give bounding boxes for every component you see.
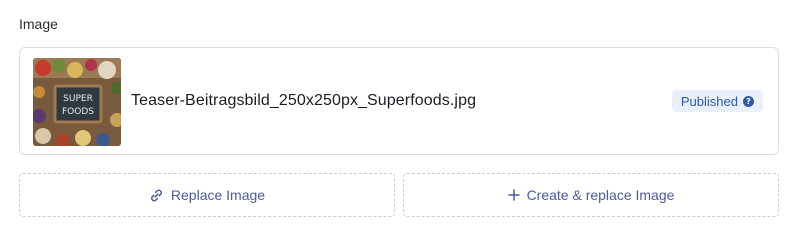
replace-image-label: Replace Image [170, 187, 266, 203]
status-badge: Published ? [671, 90, 763, 112]
plus-icon [507, 189, 520, 201]
create-replace-image-label: Create & replace Image [526, 187, 675, 203]
thumbnail-text-line1: SUPER [63, 94, 93, 104]
status-label: Published [680, 93, 738, 109]
link-icon [149, 188, 164, 203]
file-name[interactable]: Teaser-Beitragsbild_250x250px_Superfoods… [131, 92, 476, 110]
thumbnail-text-line2: FOODS [62, 107, 94, 117]
question-icon[interactable]: ? [743, 95, 754, 107]
replace-image-button[interactable]: Replace Image [19, 173, 395, 217]
image-thumbnail[interactable]: SUPER FOODS [33, 58, 121, 146]
asset-card[interactable]: SUPER FOODS Teaser-Beitragsbild_250x250p… [19, 47, 779, 155]
create-replace-image-button[interactable]: Create & replace Image [403, 173, 779, 217]
field-label: Image [19, 16, 58, 32]
superfoods-thumbnail-graphic: SUPER FOODS [33, 58, 121, 146]
